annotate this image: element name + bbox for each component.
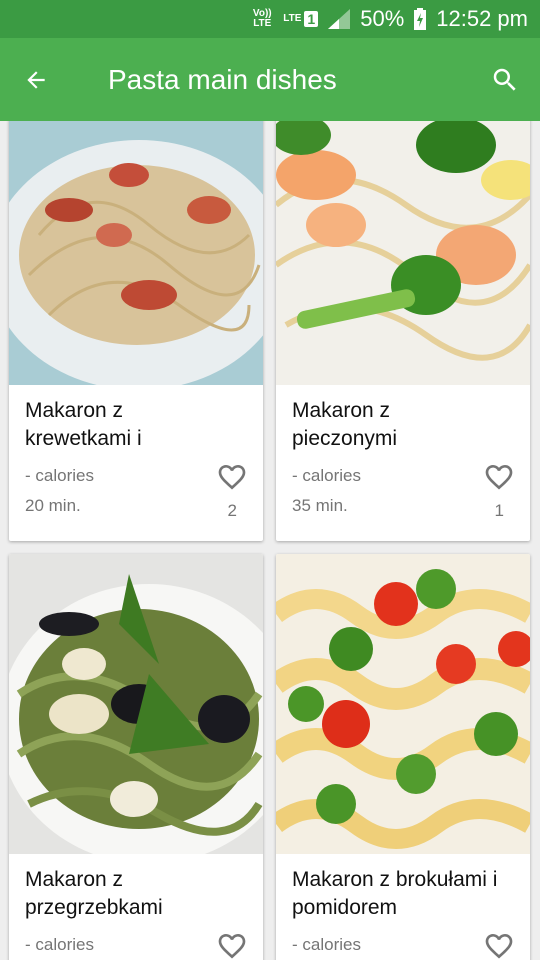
recipe-image	[9, 554, 263, 854]
recipe-calories: - calories	[292, 466, 361, 485]
battery-percent: 50%	[360, 6, 405, 31]
arrow-back-icon	[27, 70, 45, 89]
heart-icon[interactable]	[215, 930, 249, 960]
recipe-name: Makaron z brokułami i pomidorem	[292, 868, 498, 919]
clock: 12:52 pm	[436, 6, 528, 31]
lte-label: LTE	[283, 13, 302, 24]
recipe-card[interactable]: Makaron z pieczonymi - calories 35 min. …	[276, 121, 530, 541]
search-icon	[493, 68, 516, 91]
recipe-card[interactable]: Makaron z przegrzebkami - calories	[9, 554, 263, 960]
recipe-card[interactable]: Makaron z krewetkami i - calories 20 min…	[9, 121, 263, 541]
network-indicator: LTE 1	[283, 11, 319, 27]
recipe-likes: 2	[227, 501, 237, 520]
recipe-image	[276, 554, 530, 854]
recipe-image	[9, 121, 263, 385]
signal-icon	[328, 9, 351, 29]
heart-icon[interactable]	[215, 461, 249, 493]
page-title: Pasta main dishes	[108, 63, 337, 95]
recipe-name: Makaron z pieczonymi	[292, 399, 398, 450]
sim-badge: 1	[304, 11, 319, 27]
recipe-name: Makaron z krewetkami i	[25, 399, 142, 450]
heart-icon[interactable]	[482, 930, 516, 960]
status-bar: Vo)) LTE LTE 1 50% 12:52 pm	[0, 0, 540, 38]
recipe-image	[276, 121, 530, 385]
recipe-calories: - calories	[25, 935, 94, 954]
recipe-calories: - calories	[292, 935, 361, 954]
app-bar: Pasta main dishes	[0, 38, 540, 121]
recipe-time: 20 min.	[25, 496, 81, 515]
recipe-card[interactable]: Makaron z brokułami i pomidorem - calori…	[276, 554, 530, 960]
recipe-calories: - calories	[25, 466, 94, 485]
recipe-time: 35 min.	[292, 496, 348, 515]
recipe-grid: Makaron z krewetkami i - calories 20 min…	[0, 121, 540, 960]
recipe-likes: 1	[494, 501, 504, 520]
battery-charging-icon	[414, 8, 427, 30]
heart-icon[interactable]	[482, 461, 516, 493]
search-button[interactable]	[470, 38, 540, 121]
volte-indicator: Vo)) LTE	[252, 8, 272, 29]
recipe-name: Makaron z przegrzebkami	[25, 868, 163, 919]
back-button[interactable]	[0, 38, 72, 121]
